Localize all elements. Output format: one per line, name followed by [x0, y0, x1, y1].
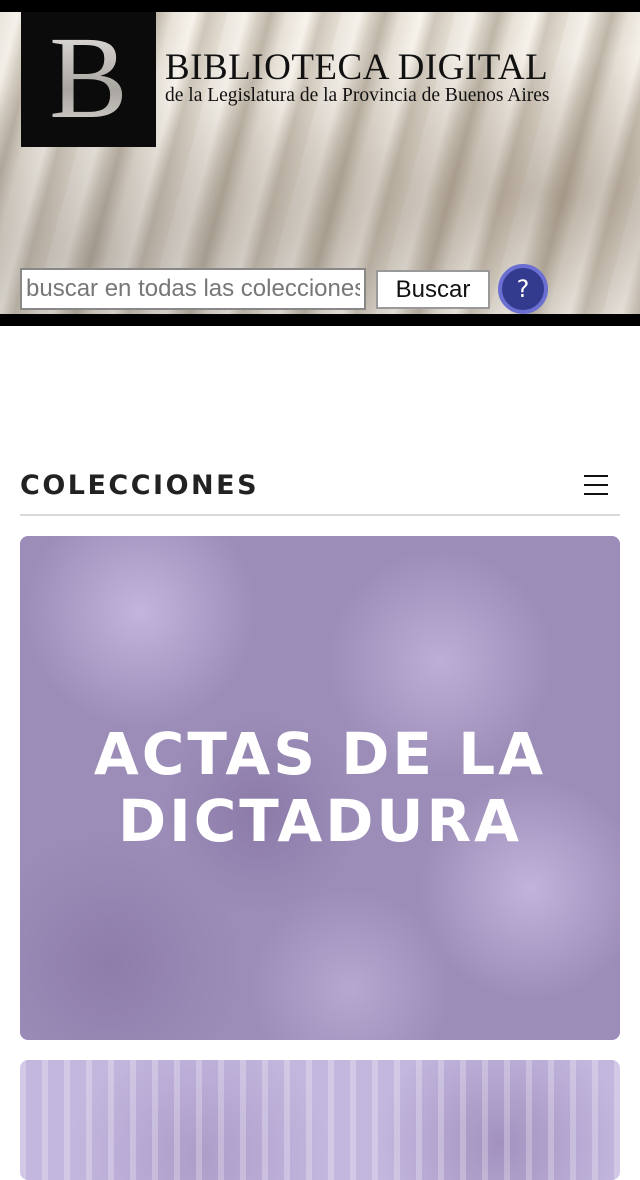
collection-card[interactable] [20, 1060, 620, 1180]
logo-letter: B [49, 11, 128, 143]
help-button[interactable]: ? [498, 264, 548, 314]
hamburger-menu-icon[interactable] [584, 472, 608, 498]
collections-title: COLECCIONES [20, 470, 260, 501]
site-title: BIBLIOTECA DIGITAL [165, 47, 549, 88]
logo[interactable]: B [21, 12, 156, 147]
collection-card-actas-de-la-dictadura[interactable]: ACTAS DE LA DICTADURA [20, 536, 620, 1040]
collections-header: COLECCIONES [20, 468, 620, 516]
search-input[interactable] [20, 268, 366, 310]
collection-card-title: ACTAS DE LA DICTADURA [93, 720, 547, 855]
header-banner: B BIBLIOTECA DIGITAL de la Legislatura d… [0, 0, 640, 326]
question-icon: ? [516, 275, 530, 303]
search-button[interactable]: Buscar [376, 270, 490, 309]
site-subtitle: de la Legislatura de la Provincia de Bue… [165, 85, 550, 106]
